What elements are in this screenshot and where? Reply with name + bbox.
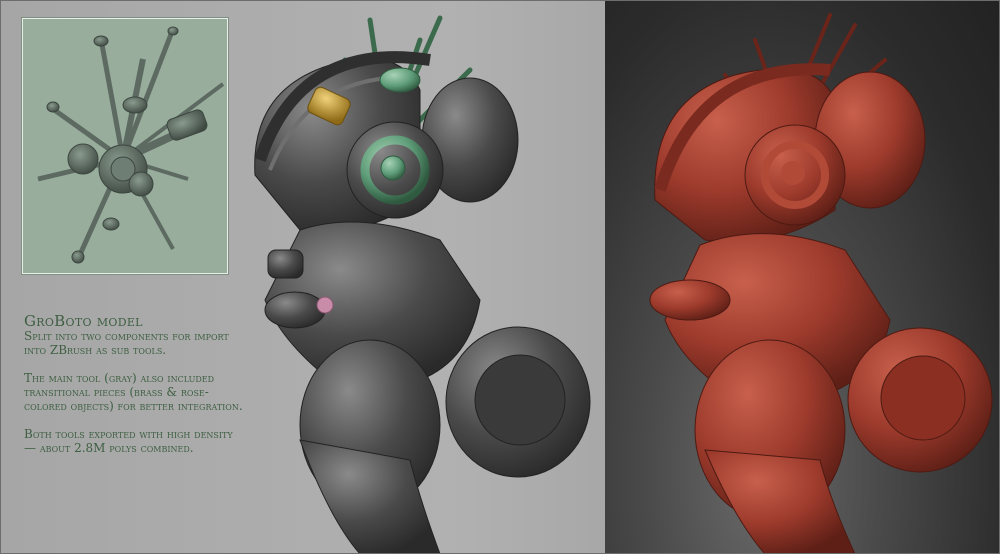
red-clay-model-render [649,13,993,554]
clay-render-panel [605,0,1000,554]
gray-green-model-render [254,15,591,554]
gray-render-panel: GroBoto model Split into two components … [0,0,605,554]
render-comparison-image: GroBoto model Split into two components … [0,0,1000,554]
